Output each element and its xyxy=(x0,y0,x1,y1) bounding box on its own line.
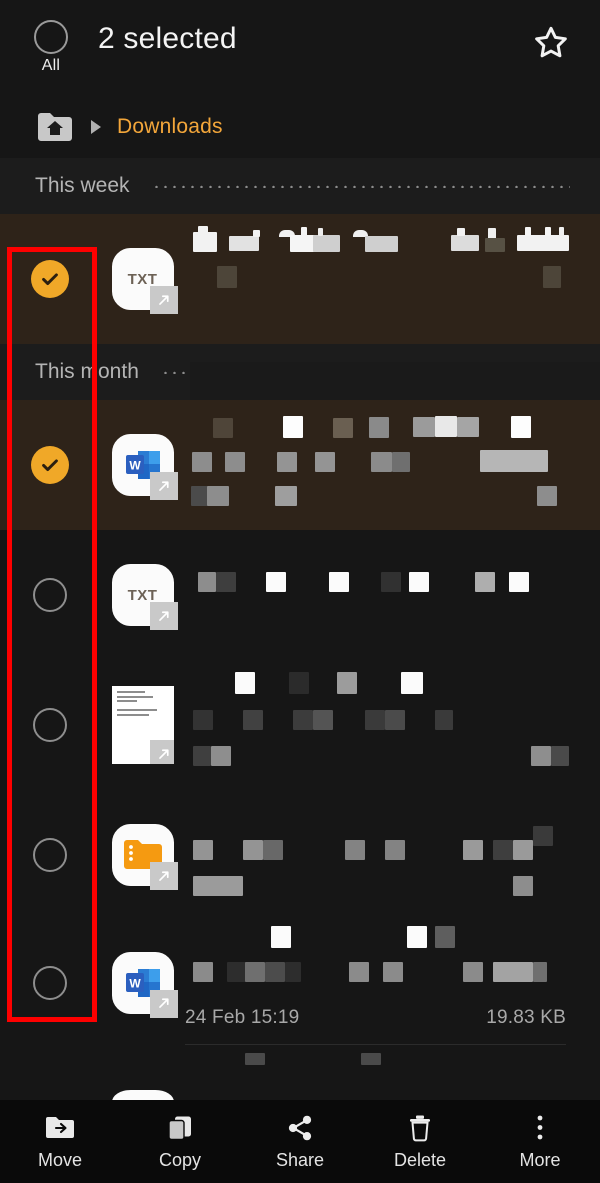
section-header-this-month: This month xyxy=(0,344,600,402)
txt-icon-label: TXT xyxy=(127,586,158,604)
row-checkbox[interactable] xyxy=(0,965,100,1000)
row-file-icon xyxy=(100,686,185,764)
checkbox-unchecked-icon[interactable] xyxy=(33,965,67,1000)
file-date: 24 Feb 15:19 xyxy=(185,1007,300,1028)
section-label: This week xyxy=(35,174,130,197)
app-bar: All 2 selected xyxy=(0,0,600,96)
txt-file-icon: TXT xyxy=(111,248,178,314)
more-button[interactable]: More xyxy=(480,1113,600,1171)
table-row[interactable] xyxy=(0,790,600,920)
redaction-overlay xyxy=(190,362,600,402)
checkbox-unchecked-icon[interactable] xyxy=(33,708,67,742)
word-icon-label: W xyxy=(129,459,141,473)
diagonal-arrow-icon xyxy=(159,480,169,491)
word-document-icon: W xyxy=(111,434,178,500)
section-label: This month xyxy=(35,360,139,383)
share-icon xyxy=(286,1113,314,1143)
triangle-right-icon xyxy=(91,120,101,134)
more-vertical-icon xyxy=(535,1113,545,1143)
copy-label: Copy xyxy=(158,1149,202,1170)
table-row[interactable]: W xyxy=(0,920,600,1045)
select-all-label: All xyxy=(41,57,61,74)
favorite-button[interactable] xyxy=(530,22,572,64)
file-size: 19.83 KB xyxy=(486,1007,566,1028)
diagonal-arrow-icon xyxy=(159,870,169,881)
table-row[interactable]: W xyxy=(0,400,600,530)
word-document-icon: W xyxy=(111,951,178,1018)
trash-icon xyxy=(407,1113,433,1143)
shortcut-badge-icon xyxy=(149,740,174,764)
breadcrumb-current[interactable]: Downloads xyxy=(117,115,223,139)
shortcut-badge-icon xyxy=(149,472,178,500)
move-button[interactable]: Move xyxy=(0,1113,120,1171)
row-filename-redacted xyxy=(185,660,600,790)
bottom-action-bar: Move Copy Share Delete More xyxy=(0,1100,600,1183)
table-row[interactable]: TXT xyxy=(0,530,600,660)
share-button[interactable]: Share xyxy=(240,1113,360,1171)
shortcut-badge-icon xyxy=(149,989,178,1018)
row-checkbox[interactable] xyxy=(0,446,100,484)
row-filename-redacted xyxy=(185,400,600,530)
checkbox-checked-icon[interactable] xyxy=(31,260,69,298)
diagonal-arrow-icon xyxy=(159,294,169,305)
checkbox-checked-icon[interactable] xyxy=(31,446,69,484)
check-icon xyxy=(42,273,58,286)
diagonal-arrow-icon xyxy=(159,610,169,621)
document-thumbnail-icon xyxy=(111,686,174,764)
shortcut-badge-icon xyxy=(149,602,178,630)
file-manager-screen: All 2 selected Downloads This week TXT T… xyxy=(0,0,600,1183)
move-to-folder-icon xyxy=(45,1113,75,1143)
row-file-icon: TXT xyxy=(100,248,185,314)
copy-button[interactable]: Copy xyxy=(120,1113,240,1171)
section-divider-dots xyxy=(151,184,570,188)
section-header-this-week: This week xyxy=(0,158,600,214)
shortcut-badge-icon xyxy=(149,862,178,890)
shortcut-badge-icon xyxy=(149,286,178,314)
row-file-icon xyxy=(100,824,185,890)
row-file-icon: W xyxy=(100,434,185,500)
delete-label: Delete xyxy=(393,1149,447,1170)
txt-icon-label: TXT xyxy=(127,270,158,288)
diagonal-arrow-icon xyxy=(159,748,169,759)
checkbox-unchecked-icon[interactable] xyxy=(33,578,67,612)
delete-button[interactable]: Delete xyxy=(360,1113,480,1171)
star-icon xyxy=(535,26,567,58)
row-file-info: 24 Feb 15:19 19.83 KB xyxy=(185,920,600,1045)
row-checkbox[interactable] xyxy=(0,260,100,298)
home-folder-icon[interactable] xyxy=(35,109,75,145)
folder-archive-icon xyxy=(111,824,178,890)
check-icon xyxy=(42,459,58,472)
move-label: Move xyxy=(37,1149,82,1170)
selection-count-title: 2 selected xyxy=(98,22,237,55)
table-row[interactable]: TXT xyxy=(0,214,600,344)
row-file-icon: TXT xyxy=(100,564,185,630)
share-label: Share xyxy=(275,1149,325,1170)
file-list: This week TXT This month W TXT W 24 Feb … xyxy=(0,158,600,1175)
row-filename-redacted xyxy=(185,214,600,344)
word-icon-label: W xyxy=(129,976,141,990)
checkbox-unchecked-icon[interactable] xyxy=(33,838,67,872)
select-all-checkbox[interactable]: All xyxy=(30,20,72,75)
diagonal-arrow-icon xyxy=(159,998,169,1008)
row-checkbox[interactable] xyxy=(0,708,100,742)
table-row[interactable] xyxy=(0,660,600,790)
select-all-circle-icon[interactable] xyxy=(34,20,68,54)
more-label: More xyxy=(519,1149,561,1170)
copy-icon xyxy=(166,1113,194,1143)
row-filename-redacted xyxy=(185,790,600,920)
row-file-icon: W xyxy=(100,951,185,1018)
row-checkbox[interactable] xyxy=(0,578,100,612)
row-checkbox[interactable] xyxy=(0,838,100,872)
txt-file-icon: TXT xyxy=(111,564,178,630)
breadcrumb: Downloads xyxy=(0,96,600,158)
row-filename-redacted xyxy=(185,530,600,660)
